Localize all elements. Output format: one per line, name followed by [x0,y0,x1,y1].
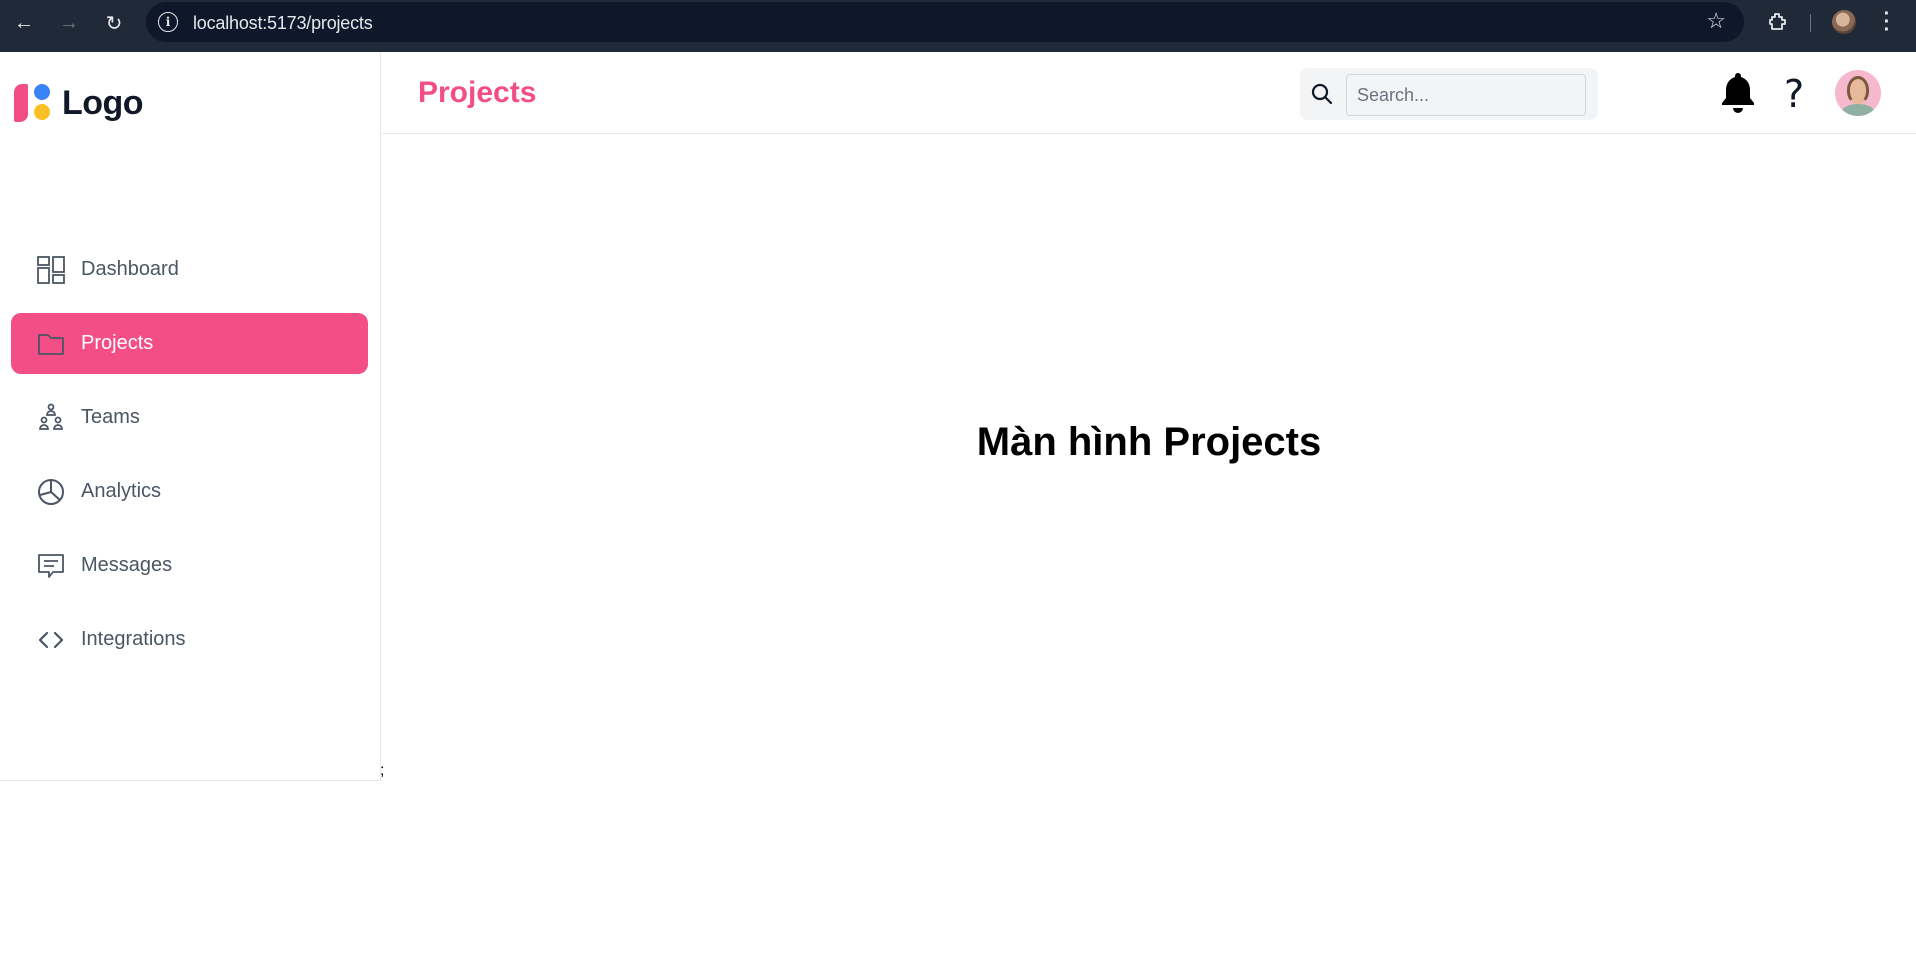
sidebar-item-label: Projects [81,332,154,354]
stray-text: ; [380,762,385,779]
sidebar-item-label: Integrations [81,628,186,650]
sidebar-item-messages[interactable]: Messages [11,535,368,596]
sidebar-item-analytics[interactable]: Analytics [11,461,368,522]
address-bar[interactable]: i localhost:5173/projects ☆ [146,2,1744,42]
pie-chart-icon [35,476,67,508]
browser-toolbar: ← → ↻ i localhost:5173/projects ☆ · · · [0,0,1916,52]
forward-arrow-icon[interactable]: → [55,9,83,37]
sidebar-item-label: Dashboard [81,258,179,280]
search-icon[interactable] [1310,82,1334,106]
main-heading: Màn hình Projects [976,420,1322,464]
logo-mark-icon [12,82,54,124]
message-icon [35,550,67,582]
sidebar-item-projects[interactable]: Projects [11,313,368,374]
sidebar: Logo Dashboard Projects Teams Analytics [0,52,381,781]
teams-icon [35,402,67,434]
bookmark-star-icon[interactable]: ☆ [1706,8,1726,34]
top-header: Projects ? [382,52,1916,134]
toolbar-divider [1810,14,1811,32]
help-icon[interactable]: ? [1784,72,1804,116]
sidebar-item-label: Teams [81,406,140,428]
search-input[interactable] [1346,74,1586,116]
search-box [1300,68,1598,120]
browser-profile-avatar[interactable] [1832,10,1856,34]
sidebar-item-label: Analytics [81,480,162,502]
site-info-icon[interactable]: i [158,12,178,32]
browser-menu-icon[interactable]: · · · [1882,4,1892,40]
sidebar-item-label: Messages [81,554,173,576]
reload-icon[interactable]: ↻ [100,9,128,37]
app-logo[interactable]: Logo [12,82,144,124]
user-avatar[interactable] [1835,70,1881,116]
dashboard-icon [35,254,67,286]
sidebar-item-teams[interactable]: Teams [11,387,368,448]
folder-icon [35,328,67,360]
notification-bell-icon[interactable] [1718,70,1758,114]
back-arrow-icon[interactable]: ← [10,9,38,37]
page-title: Projects [418,76,537,109]
sidebar-item-integrations[interactable]: Integrations [11,609,368,670]
address-url[interactable]: localhost:5173/projects [193,13,373,34]
sidebar-nav: Dashboard Projects Teams Analytics Messa… [11,239,368,683]
extensions-icon[interactable] [1766,10,1790,34]
logo-text: Logo [62,83,144,122]
code-icon [35,624,67,656]
sidebar-item-dashboard[interactable]: Dashboard [11,239,368,300]
